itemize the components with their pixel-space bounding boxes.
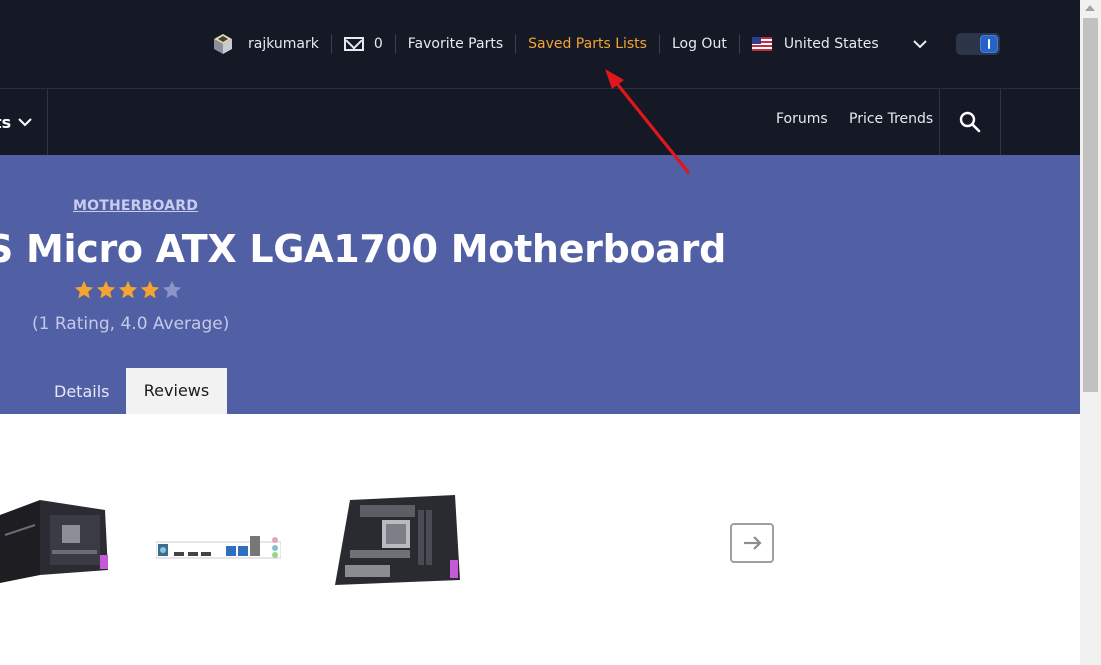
divider [939,89,940,155]
io-shield-image[interactable] [156,530,281,562]
search-icon[interactable] [958,110,982,134]
motherboard-angle-image[interactable] [330,490,465,590]
divider [394,34,396,54]
product-hero: MOTHERBOARD S Micro ATX LGA1700 Motherbo… [0,155,1080,414]
price-trends-link[interactable]: Price Trends [849,111,933,127]
user-nav: rajkumark 0 Favorite Parts Saved Parts L… [212,0,879,88]
forums-link[interactable]: Forums [776,111,828,127]
scrollbar-thumb[interactable] [1083,18,1098,392]
tab-reviews[interactable]: Reviews [126,368,227,414]
chevron-down-icon[interactable] [912,36,928,52]
top-header: rajkumark 0 Favorite Parts Saved Parts L… [0,0,1080,89]
star-empty-icon [162,280,182,299]
message-count: 0 [373,36,383,52]
toggle-knob [980,35,998,53]
messages-link[interactable]: 0 [343,36,383,52]
envelope-icon [343,37,364,51]
product-title: S Micro ATX LGA1700 Motherboard [0,227,726,271]
category-link[interactable]: MOTHERBOARD [73,198,198,214]
star-rating [73,279,183,301]
user-menu[interactable]: rajkumark [212,33,319,55]
divider [738,34,740,54]
motherboard-box-image[interactable] [0,495,115,585]
region-label: United States [783,36,879,52]
divider [658,34,660,54]
username-label: rajkumark [248,36,319,52]
log-out-link[interactable]: Log Out [672,36,727,52]
saved-parts-lists-link[interactable]: Saved Parts Lists [528,36,647,52]
user-cube-icon [214,34,232,54]
theme-toggle[interactable] [956,33,1000,55]
divider [330,34,332,54]
divider [1000,89,1001,155]
star-filled-icon [118,280,138,299]
star-filled-icon [74,280,94,299]
arrow-right-icon [744,536,762,550]
gallery-next-button[interactable] [730,523,774,563]
divider [47,89,48,155]
chevron-down-icon [18,118,32,127]
star-filled-icon [96,280,116,299]
star-filled-icon [140,280,160,299]
favorite-parts-link[interactable]: Favorite Parts [408,36,503,52]
builds-menu[interactable]: ts [0,89,33,155]
us-flag-icon [751,37,772,51]
builds-menu-label: ts [0,112,12,132]
scroll-up-arrow[interactable] [1085,5,1095,11]
rating-summary: (1 Rating, 4.0 Average) [32,314,230,334]
divider [515,34,517,54]
main-nav: ts Forums Price Trends [0,89,1080,155]
region-selector[interactable]: United States [751,36,879,52]
tab-details[interactable]: Details [54,382,109,401]
